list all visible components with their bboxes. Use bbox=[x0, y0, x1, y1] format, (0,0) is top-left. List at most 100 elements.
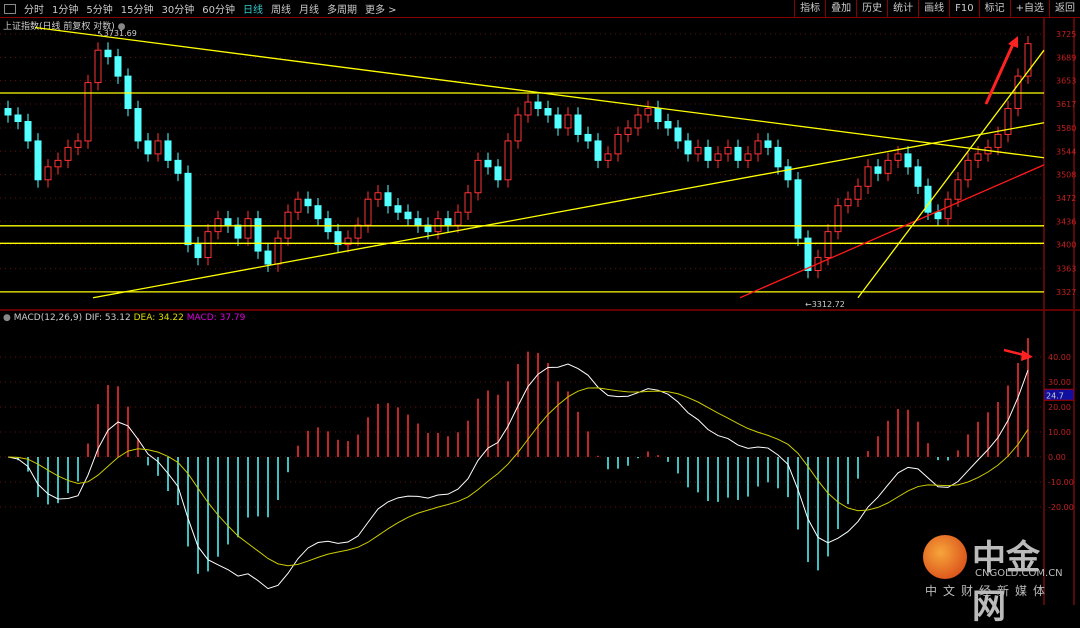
candle-body bbox=[564, 114, 572, 129]
macd-name: MACD(12,26,9) bbox=[13, 313, 83, 323]
macd-tick-label: 10.00 bbox=[1048, 428, 1071, 437]
candle-body bbox=[64, 146, 72, 161]
macd-tick-label: 0.00 bbox=[1048, 453, 1066, 462]
candle-body bbox=[204, 231, 212, 259]
candle-body bbox=[944, 198, 952, 220]
candle-body bbox=[914, 166, 922, 187]
candle-body bbox=[374, 192, 382, 200]
price-chart[interactable]: 3725 3689 3653 3617 3580 3544 3508 3472 3436 3400… bbox=[0, 0, 1080, 605]
candle-body bbox=[854, 185, 862, 200]
macd-tick-label: 20.00 bbox=[1048, 403, 1071, 412]
candle-body bbox=[904, 153, 912, 168]
candle-body bbox=[254, 218, 262, 252]
macd-value: MACD: 37.79 bbox=[186, 313, 246, 323]
candle-body bbox=[554, 114, 562, 129]
candle-body bbox=[14, 114, 22, 122]
candle-body bbox=[714, 153, 722, 161]
candle-body bbox=[414, 218, 422, 226]
candle-body bbox=[614, 133, 622, 155]
candle-body bbox=[494, 166, 502, 181]
y-tick-label: 3436 bbox=[1056, 217, 1076, 226]
candle-body bbox=[484, 159, 492, 168]
y-tick-label: 3725 bbox=[1056, 30, 1076, 39]
candle-body bbox=[454, 211, 462, 226]
candle-body bbox=[954, 179, 962, 200]
candle-body bbox=[354, 224, 362, 239]
candle-body bbox=[704, 146, 712, 161]
y-tick-label: 3653 bbox=[1056, 77, 1076, 86]
low-label: ←3312.72 bbox=[805, 300, 845, 309]
candle-body bbox=[584, 133, 592, 142]
red-arrow-head bbox=[1021, 350, 1033, 361]
trendline bbox=[857, 49, 1045, 299]
candle-body bbox=[624, 127, 632, 135]
candle-body bbox=[664, 120, 672, 129]
settings-icon[interactable]: ● bbox=[3, 313, 11, 323]
candle-body bbox=[174, 159, 182, 174]
candle-body bbox=[634, 114, 642, 129]
candle-body bbox=[764, 140, 772, 148]
candle-body bbox=[684, 140, 692, 155]
candle-body bbox=[364, 198, 372, 226]
candle-body bbox=[894, 153, 902, 161]
candle-body bbox=[824, 231, 832, 259]
macd-legend: ● MACD(12,26,9) DIF: 53.12 DEA: 34.22 MA… bbox=[3, 313, 245, 323]
candle-body bbox=[294, 198, 302, 213]
candle-body bbox=[644, 108, 652, 116]
candle-body bbox=[834, 205, 842, 233]
candle-body bbox=[534, 101, 542, 110]
candle-body bbox=[784, 166, 792, 181]
current-value: 24.7 bbox=[1046, 391, 1064, 400]
candle-body bbox=[384, 192, 392, 207]
candle-body bbox=[884, 159, 892, 174]
candle-body bbox=[594, 140, 602, 161]
candle-body bbox=[504, 140, 512, 181]
candle-body bbox=[964, 159, 972, 181]
candle-body bbox=[404, 211, 412, 220]
y-tick-label: 3689 bbox=[1056, 53, 1076, 62]
y-tick-label: 3327 bbox=[1056, 288, 1076, 297]
candle-body bbox=[754, 140, 762, 155]
high-label: ↖3731.69 bbox=[97, 29, 137, 38]
y-tick-label: 3580 bbox=[1056, 124, 1076, 133]
candle-body bbox=[994, 133, 1002, 148]
trendline bbox=[739, 164, 1045, 299]
y-tick-label: 3363 bbox=[1056, 265, 1076, 274]
candle-body bbox=[304, 198, 312, 207]
candle-body bbox=[544, 108, 552, 116]
red-arrow bbox=[1003, 348, 1025, 357]
candle-body bbox=[184, 172, 192, 246]
logo-icon bbox=[923, 535, 967, 579]
logo-cn: 中金网 bbox=[972, 538, 1040, 627]
candle-body bbox=[94, 49, 102, 84]
candle-body bbox=[274, 237, 282, 265]
candle-body bbox=[134, 108, 142, 142]
y-tick-label: 3617 bbox=[1056, 100, 1076, 109]
candle-body bbox=[34, 140, 42, 181]
candle-body bbox=[734, 146, 742, 161]
candle-body bbox=[144, 140, 152, 155]
candle-body bbox=[724, 146, 732, 155]
candle-body bbox=[794, 179, 802, 239]
candle-body bbox=[4, 108, 12, 116]
candle-body bbox=[444, 218, 452, 226]
candle-body bbox=[514, 114, 522, 142]
candle-body bbox=[1004, 108, 1012, 135]
candle-body bbox=[874, 166, 882, 174]
macd-tick-label: 40.00 bbox=[1048, 353, 1071, 362]
candle-body bbox=[234, 224, 242, 239]
y-tick-label: 3400 bbox=[1056, 241, 1076, 250]
candle-body bbox=[104, 49, 112, 58]
candle-body bbox=[574, 114, 582, 135]
candle-body bbox=[464, 192, 472, 213]
dif-value: DIF: 53.12 bbox=[84, 313, 131, 323]
candle-body bbox=[694, 146, 702, 155]
candle-body bbox=[194, 244, 202, 259]
candle-body bbox=[314, 205, 322, 220]
candle-body bbox=[264, 250, 272, 265]
candle-body bbox=[24, 120, 32, 142]
candle-body bbox=[394, 205, 402, 213]
trendline bbox=[92, 122, 1045, 299]
candle-body bbox=[154, 140, 162, 155]
y-tick-label: 3508 bbox=[1056, 171, 1076, 180]
